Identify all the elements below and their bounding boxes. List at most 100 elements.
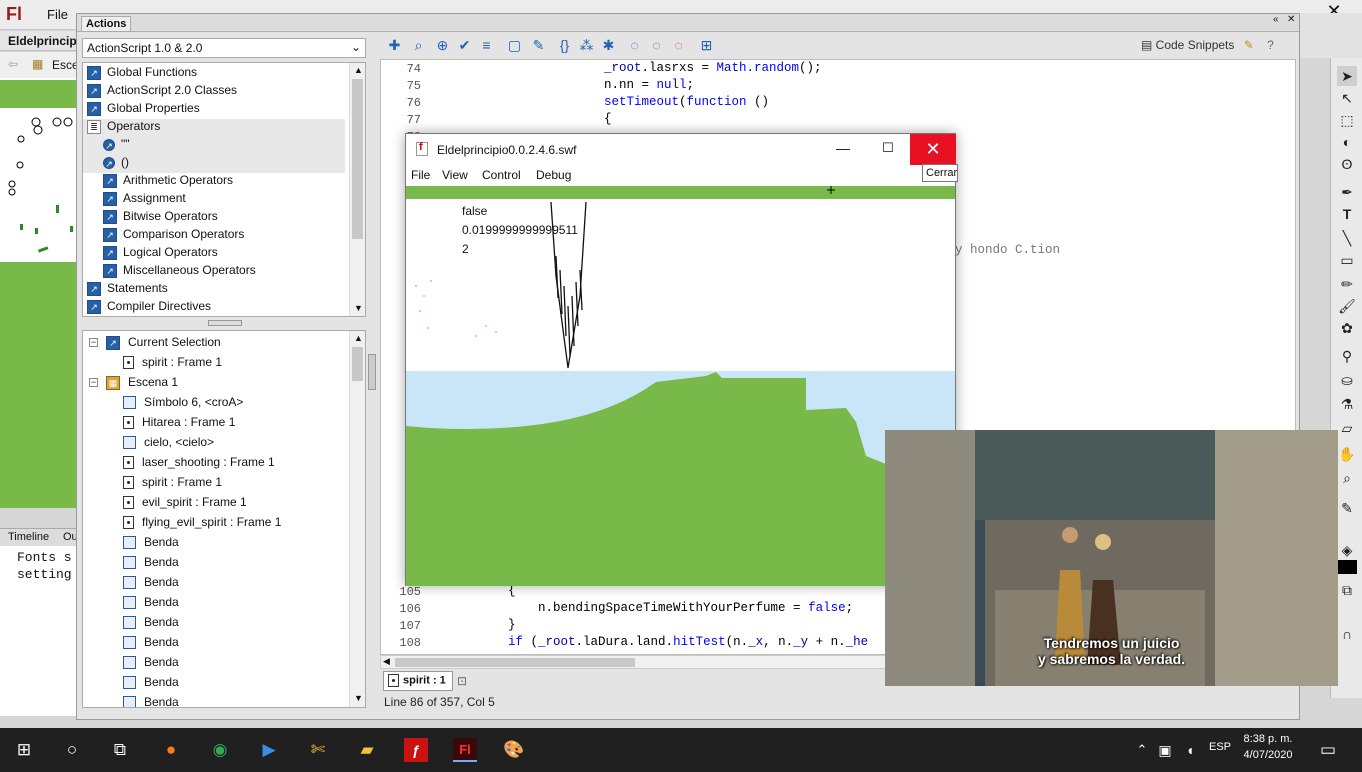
toolbox-item[interactable]: ↗ Bitwise Operators <box>103 209 218 227</box>
toolbox-item[interactable]: ↗ ActionScript 2.0 Classes <box>87 83 237 101</box>
toolbox-item[interactable]: ↗ "" <box>83 137 345 155</box>
navigator-item[interactable]: − ↗ Current Selection <box>89 335 221 355</box>
code-snippets-button[interactable]: ▤ Code Snippets ✎ ? <box>1141 38 1274 52</box>
scroll-left-icon[interactable]: ◀ <box>383 656 390 667</box>
collapse-braces-icon[interactable]: {} <box>556 37 573 54</box>
navigator-scroll-thumb[interactable] <box>352 347 363 381</box>
navigator-item[interactable]: laser_shooting : Frame 1 <box>123 455 275 475</box>
debug-options-icon[interactable]: ✎ <box>530 37 547 54</box>
actions-toolbox[interactable]: ↗ Global Functions ↗ ActionScript 2.0 Class… <box>82 62 366 317</box>
clock[interactable]: 8:38 p. m. 4/07/2020 <box>1238 731 1298 763</box>
remove-comment-icon[interactable]: ◌ <box>670 37 687 54</box>
find-icon[interactable]: ⌕ <box>410 37 427 54</box>
language-select[interactable]: ActionScript 1.0 & 2.0 ⌄ <box>82 38 366 58</box>
navigator-item[interactable]: Hitarea : Frame 1 <box>123 415 235 435</box>
script-tab[interactable]: spirit : 1 <box>383 671 453 691</box>
eraser-icon[interactable]: ▱ <box>1337 418 1357 438</box>
menu-file[interactable]: File <box>47 7 68 22</box>
paint-icon[interactable]: 🎨 <box>502 738 526 762</box>
show-hide-toolbox-icon[interactable]: ⊞ <box>698 37 715 54</box>
check-syntax-icon[interactable]: ✔ <box>456 37 473 54</box>
toolbox-item[interactable]: ↗ Statements <box>87 281 168 299</box>
hand-tool-icon[interactable]: ✋ <box>1337 444 1357 464</box>
script-navigator[interactable]: − ↗ Current Selection spirit : Frame 1− ▦ Esc… <box>82 330 366 708</box>
player-menu-debug[interactable]: Debug <box>536 168 571 182</box>
snap-magnet-icon[interactable]: ∩ <box>1337 624 1357 644</box>
subselection-tool-icon[interactable]: ↖ <box>1337 88 1357 108</box>
auto-format-icon[interactable]: ≡ <box>478 37 495 54</box>
toolbox-item[interactable]: ↗ Miscellaneous Operators <box>103 263 256 281</box>
navigator-item[interactable]: spirit : Frame 1 <box>123 475 222 495</box>
wand-icon[interactable]: ✎ <box>1244 38 1254 52</box>
navigator-item[interactable]: evil_spirit : Frame 1 <box>123 495 247 515</box>
free-transform-icon[interactable]: ⬚ <box>1337 110 1357 130</box>
line-tool-icon[interactable]: ╲ <box>1337 228 1357 248</box>
navigator-item[interactable]: cielo, <cielo> <box>123 435 214 455</box>
tab-timeline[interactable]: Timeline <box>8 531 49 543</box>
navigator-item[interactable]: − ▦ Escena 1 <box>89 375 178 395</box>
navigator-item[interactable]: Benda <box>123 595 179 615</box>
fill-swatch[interactable] <box>1337 560 1357 574</box>
flash-player-taskbar-icon[interactable]: ƒ <box>404 738 428 762</box>
swap-colors-icon[interactable]: ⧉ <box>1337 580 1357 600</box>
animate-taskbar-icon[interactable]: Fl <box>453 738 477 762</box>
chrome-icon[interactable]: ◉ <box>208 738 232 762</box>
collapse-selection-icon[interactable]: ⁂ <box>578 37 595 54</box>
maximize-icon[interactable]: ☐ <box>878 140 898 160</box>
collapse-toolbox-handle[interactable] <box>368 354 376 390</box>
task-view-icon[interactable]: ⧉ <box>108 738 132 762</box>
code-hscroll-thumb[interactable] <box>395 658 635 667</box>
code-hint-icon[interactable]: ▢ <box>506 37 523 54</box>
pencil-icon[interactable]: ✏ <box>1337 274 1357 294</box>
volume-icon[interactable]: ◖ <box>1178 738 1202 762</box>
toolbox-scrollbar[interactable]: ▲ ▼ <box>349 63 365 316</box>
rectangle-tool-icon[interactable]: ▭ <box>1337 250 1357 270</box>
show-hidden-icons[interactable]: ⌃ <box>1130 738 1154 762</box>
toolbox-item[interactable]: ≣ Operators <box>83 119 345 137</box>
paint-bucket-icon[interactable]: ⛀ <box>1337 370 1357 390</box>
panel-splitter[interactable] <box>208 320 242 326</box>
actions-tab[interactable]: Actions <box>81 16 132 32</box>
player-menu-view[interactable]: View <box>442 168 468 182</box>
pin-icon[interactable]: ⊡ <box>457 674 467 688</box>
brush-icon[interactable]: 🖌 <box>1337 296 1357 316</box>
input-language[interactable]: ESP <box>1209 741 1231 753</box>
target-path-icon[interactable]: ⊕ <box>434 37 451 54</box>
bone-tool-icon[interactable]: ⚲ <box>1337 346 1357 366</box>
toolbox-item[interactable]: ↗ Global Properties <box>87 101 200 119</box>
eyedropper-icon[interactable]: ⚗ <box>1337 394 1357 414</box>
document-tab[interactable]: Eldelprincipi <box>0 31 78 51</box>
apply-line-comment-icon[interactable]: ◌ <box>648 37 665 54</box>
navigator-item[interactable]: Benda <box>123 575 179 595</box>
firefox-icon[interactable]: ● <box>159 738 183 762</box>
toolbox-item[interactable]: ↗ () <box>83 155 345 173</box>
apply-block-comment-icon[interactable]: ◌ <box>626 37 643 54</box>
collapse-toggle-icon[interactable]: − <box>89 378 98 388</box>
navigator-item[interactable]: Benda <box>123 615 179 635</box>
collapse-toggle-icon[interactable]: − <box>89 338 98 348</box>
expand-all-icon[interactable]: ✱ <box>600 37 617 54</box>
close-panel-icon[interactable]: ✕ <box>1287 14 1295 25</box>
navigator-item[interactable]: Benda <box>123 555 179 575</box>
toolbox-item[interactable]: ↗ Global Functions <box>87 65 197 83</box>
lasso-icon[interactable]: ʘ <box>1337 154 1357 174</box>
toolbox-item[interactable]: ↗ Logical Operators <box>103 245 218 263</box>
navigator-item[interactable]: flying_evil_spirit : Frame 1 <box>123 515 281 535</box>
deco-icon[interactable]: ✿ <box>1337 318 1357 338</box>
fill-color-icon[interactable]: ◈ <box>1337 540 1357 560</box>
navigator-item[interactable]: spirit : Frame 1 <box>123 355 222 375</box>
help-icon[interactable]: ? <box>1267 38 1274 52</box>
toolbox-item[interactable]: ↗ Comparison Operators <box>103 227 244 245</box>
back-arrow-icon[interactable]: ⇦ <box>8 57 18 71</box>
collapse-icon[interactable]: « <box>1273 14 1279 25</box>
game-canvas[interactable]: false 0.0199999999999511 2 <box>406 186 955 586</box>
minimize-icon[interactable]: — <box>833 140 853 160</box>
network-icon[interactable]: ▣ <box>1153 738 1177 762</box>
toolbox-scroll-thumb[interactable] <box>352 79 363 239</box>
scroll-down-icon[interactable]: ▼ <box>354 693 363 703</box>
navigator-item[interactable]: Benda <box>123 675 179 695</box>
player-menu-control[interactable]: Control <box>482 168 521 182</box>
notifications-icon[interactable]: ▭ <box>1316 738 1340 762</box>
navigator-item[interactable]: Benda <box>123 535 179 555</box>
toolbox-item[interactable]: ↗ Compiler Directives <box>87 299 211 316</box>
